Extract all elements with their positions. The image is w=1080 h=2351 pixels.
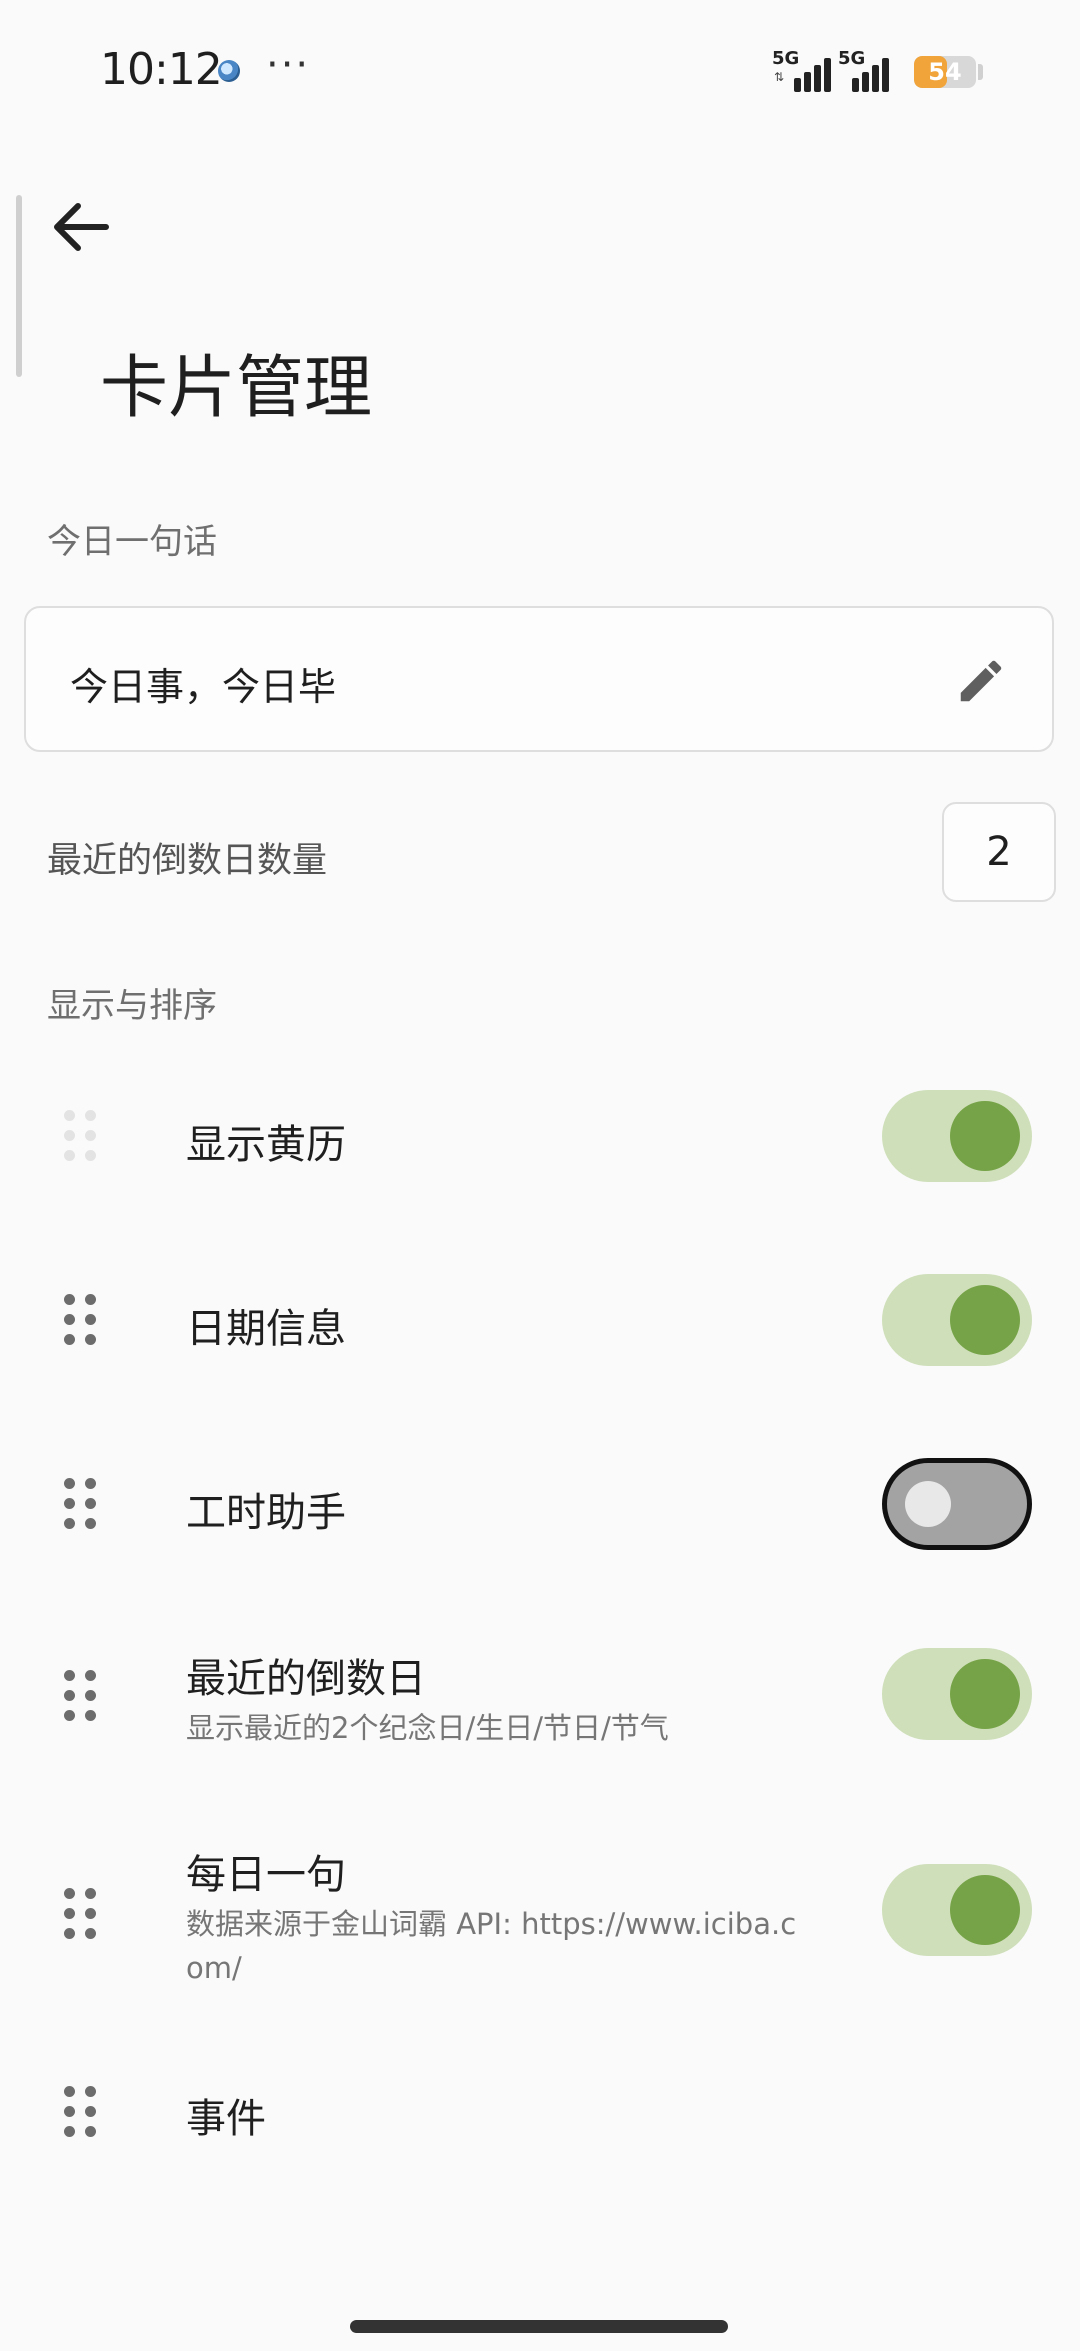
display-section-label: 显示与排序 (47, 986, 217, 1026)
signal-1-icon: 5G ⇅ (772, 48, 834, 92)
row-title: 最近的倒数日 (186, 1656, 426, 1702)
row-subtitle: 数据来源于金山词霸 API: https://www.iciba.com/ (186, 1907, 797, 1985)
pencil-icon (960, 660, 1002, 702)
drag-handle-icon[interactable] (64, 1294, 98, 1346)
list-item-almanac[interactable]: 显示黄历 (0, 1088, 1080, 1184)
signal-2-label: 5G (838, 48, 866, 69)
edit-button[interactable] (954, 654, 1008, 708)
page-title: 卡片管理 (100, 349, 373, 428)
countdown-count-input[interactable]: 2 (942, 802, 1056, 902)
battery-tip (978, 64, 983, 80)
back-button[interactable] (44, 190, 118, 264)
battery-icon: 54 (914, 56, 976, 88)
row-subtitle: 显示最近的2个纪念日/生日/节日/节气 (186, 1711, 669, 1745)
toggle-daily-sentence[interactable] (882, 1864, 1032, 1956)
status-time: 10:12 (100, 44, 223, 95)
data-arrows-icon: ⇅ (774, 70, 785, 84)
row-title: 每日一句 (186, 1852, 346, 1898)
toggle-recent-countdown[interactable] (882, 1648, 1032, 1740)
list-item-date-info[interactable]: 日期信息 (0, 1272, 1080, 1368)
quote-section-label: 今日一句话 (47, 522, 217, 562)
row-title: 事件 (186, 2096, 266, 2142)
row-title: 工时助手 (186, 1490, 346, 1536)
countdown-count-label: 最近的倒数日数量 (47, 841, 328, 881)
battery-text: 54 (928, 58, 962, 86)
list-item-work-hours[interactable]: 工时助手 (0, 1456, 1080, 1552)
signal-2-icon: 5G (838, 48, 900, 92)
toggle-almanac[interactable] (882, 1090, 1032, 1182)
list-item-recent-countdown[interactable]: 最近的倒数日 显示最近的2个纪念日/生日/节日/节气 (0, 1646, 1080, 1776)
arrow-left-icon (54, 203, 109, 251)
toggle-date-info[interactable] (882, 1274, 1032, 1366)
location-icon (218, 60, 240, 82)
list-item-events[interactable]: 事件 (0, 2064, 1080, 2160)
more-notifications-icon: ··· (266, 42, 311, 88)
row-title: 日期信息 (186, 1306, 346, 1352)
drag-handle-icon[interactable] (64, 1478, 98, 1530)
toggle-work-hours[interactable] (882, 1458, 1032, 1550)
quote-card[interactable]: 今日事，今日毕 (24, 606, 1054, 752)
scroll-indicator (16, 195, 22, 377)
list-item-daily-sentence[interactable]: 每日一句 数据来源于金山词霸 API: https://www.iciba.co… (0, 1842, 1080, 1992)
drag-handle-icon[interactable] (64, 2086, 98, 2138)
quote-text: 今日事，今日毕 (70, 665, 337, 709)
home-indicator[interactable] (350, 2320, 728, 2333)
drag-handle-icon[interactable] (64, 1888, 98, 1940)
signal-1-label: 5G (772, 48, 800, 69)
drag-handle-icon[interactable] (64, 1110, 98, 1162)
drag-handle-icon[interactable] (64, 1670, 98, 1722)
row-title: 显示黄历 (186, 1122, 346, 1168)
